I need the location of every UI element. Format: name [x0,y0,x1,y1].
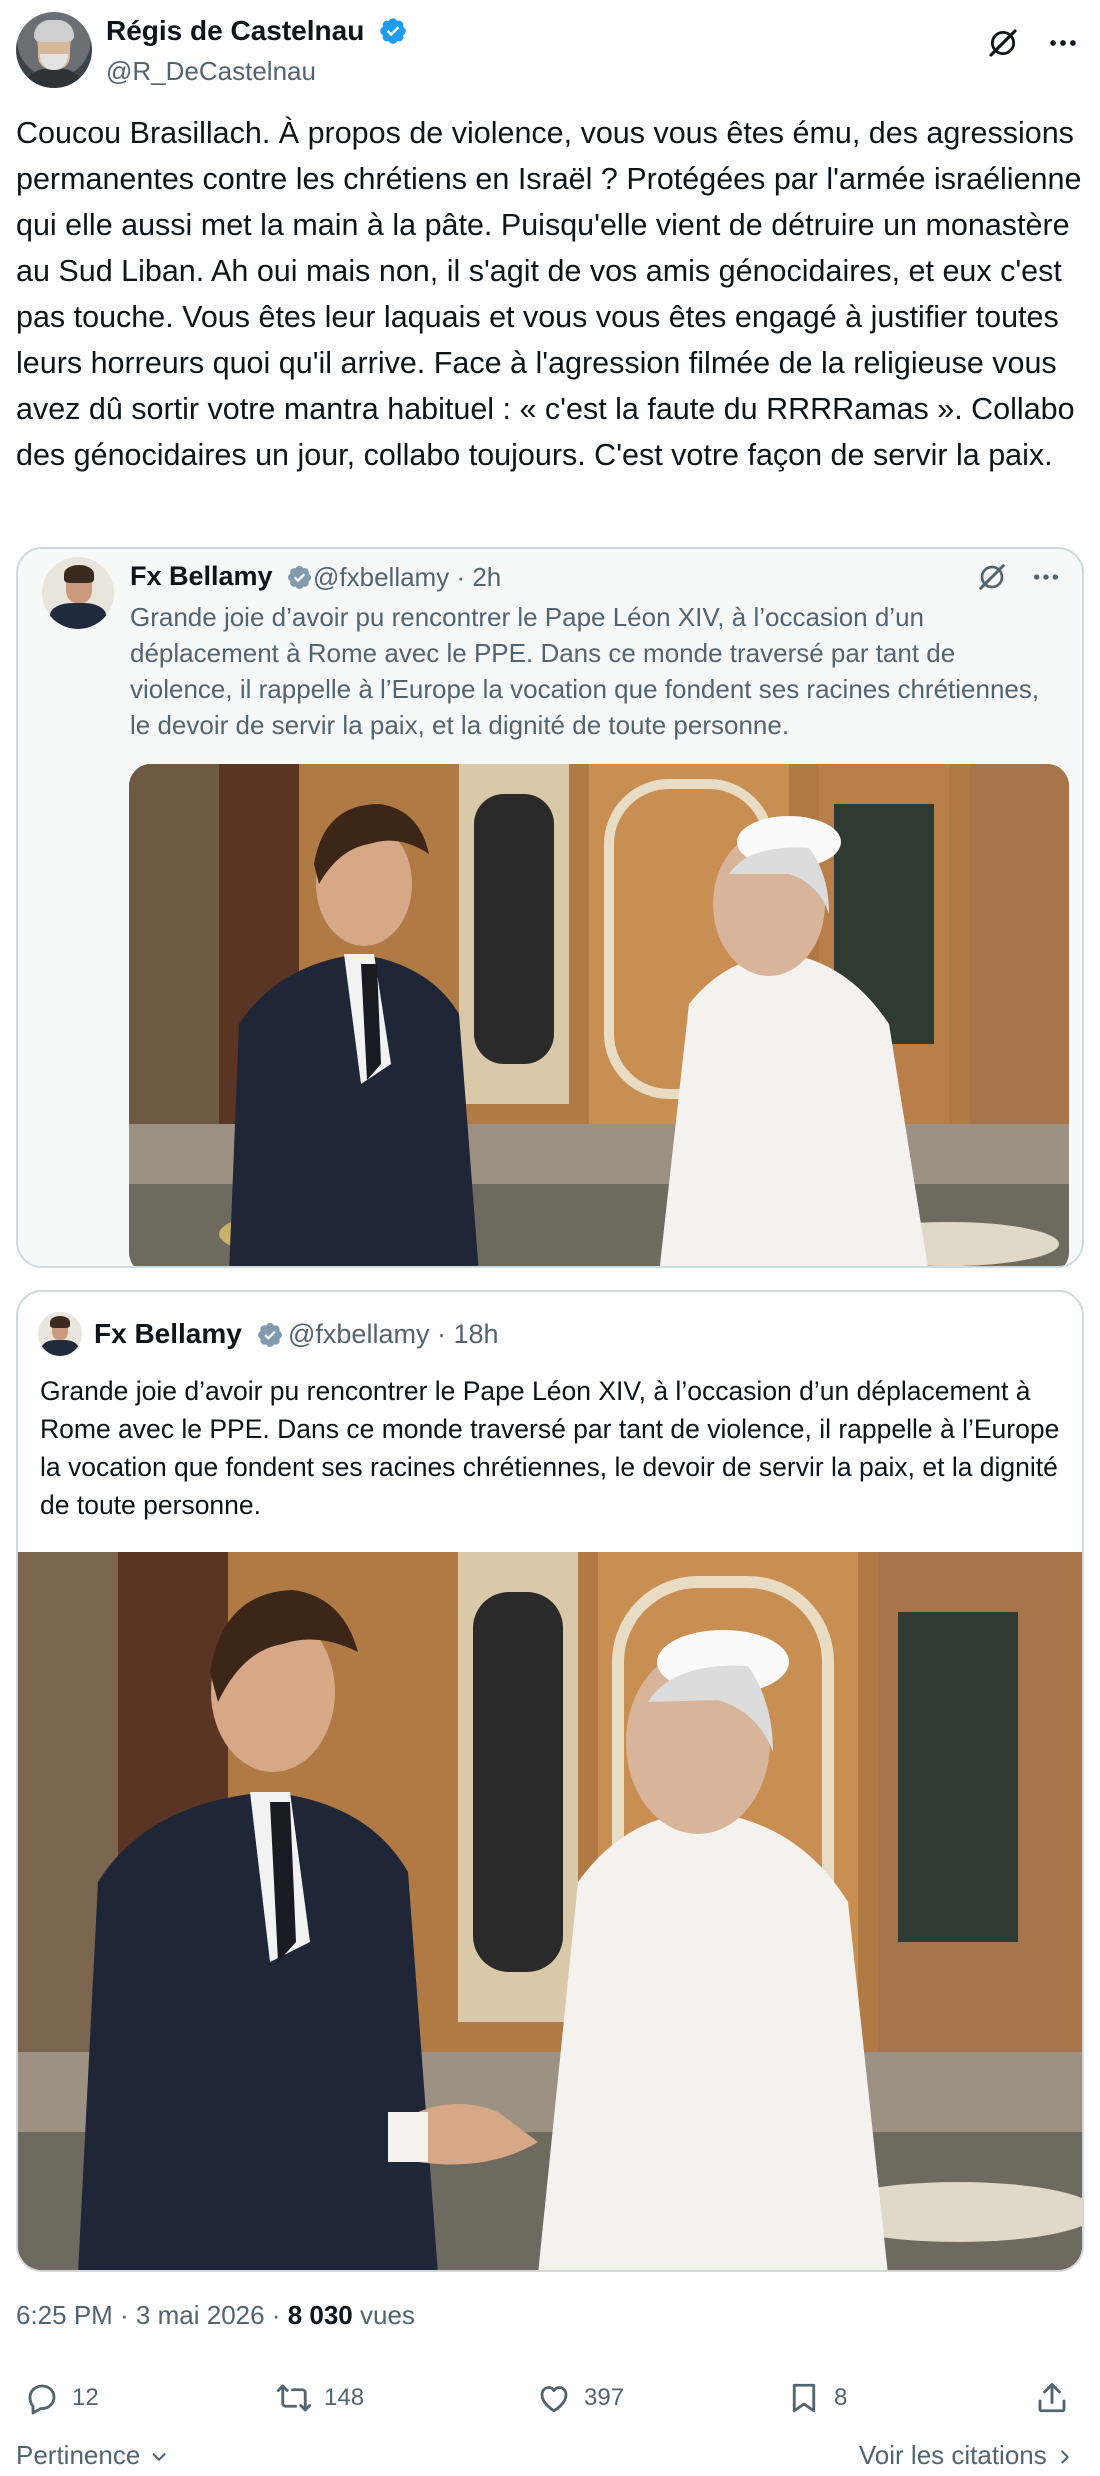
grok-icon[interactable] [976,561,1008,593]
bookmark-count: 8 [834,2384,848,2411]
more-icon[interactable] [1046,26,1080,60]
repost-icon [276,2384,312,2412]
quote1-text: Grande joie d’avoir pu rencontrer le Pap… [130,602,1040,740]
verified-badge-icon [257,1323,282,1347]
reply-button[interactable]: 12 [24,2380,99,2416]
more-icon[interactable] [1030,561,1062,593]
quote2-handle-time[interactable]: @fxbellamy · 18h [288,1319,499,1350]
author-avatar[interactable] [16,12,92,88]
quoted-tweet-1[interactable]: Fx Bellamy @fxbellamy · 2h Grande joie d… [16,547,1084,1268]
quote1-name-text[interactable]: Fx Bellamy [130,561,273,591]
like-count: 397 [584,2384,625,2411]
share-button[interactable] [1034,2380,1070,2416]
verified-badge-icon [288,565,312,590]
author-name-row[interactable]: Régis de Castelnau [106,15,408,47]
reply-icon [28,2384,56,2415]
sort-label: Pertinence [16,2440,141,2470]
quote2-photo[interactable] [18,1552,1082,2270]
chevron-down-icon [152,2453,166,2461]
view-quotes-label: Voir les citations [858,2440,1047,2470]
action-bar: 12 148 397 8 [16,2380,1084,2430]
reply-count: 12 [72,2384,99,2411]
quote1-handle-time[interactable]: @fxbellamy · 2h [313,562,501,593]
author-name[interactable]: Régis de Castelnau [106,15,364,46]
repost-button[interactable]: 148 [276,2380,364,2416]
like-button[interactable]: 397 [536,2380,624,2416]
share-icon [1038,2383,1066,2413]
bookmark-icon [792,2383,816,2413]
tweet-header: Régis de Castelnau @R_DeCastelnau [16,10,1084,90]
views-count: 8 030 [287,2300,353,2330]
views-label: vues [352,2300,415,2330]
verified-badge-icon [380,18,406,44]
author-handle[interactable]: @R_DeCastelnau [106,56,316,87]
quote2-text: Grande joie d’avoir pu rencontrer le Pap… [40,1376,1060,1520]
tweet-timestamp[interactable]: 6:25 PM · 3 mai 2026 · [16,2300,288,2330]
quote1-photo[interactable] [129,764,1069,1266]
chevron-right-icon [1061,2450,1069,2464]
view-quotes-link[interactable]: Voir les citations [859,2440,1076,2471]
tweet-text: Coucou Brasillach. À propos de violence,… [16,116,1082,472]
replies-footer: Pertinence Voir les citations [16,2440,1084,2476]
quote2-name-text[interactable]: Fx Bellamy [94,1318,242,1349]
quote2-author-name[interactable]: Fx Bellamy [94,1318,284,1350]
bookmark-button[interactable]: 8 [786,2380,847,2416]
quote1-author-name[interactable]: Fx Bellamy [130,561,313,592]
quote2-avatar[interactable] [38,1312,82,1356]
tweet-meta: 6:25 PM · 3 mai 2026 · 8 030 vues [16,2300,415,2331]
like-icon [540,2386,568,2413]
quote1-avatar[interactable] [42,557,114,629]
grok-icon[interactable] [986,26,1020,60]
quoted-tweet-2[interactable]: Fx Bellamy @fxbellamy · 18h Grande joie … [16,1290,1084,2272]
sort-dropdown[interactable]: Pertinence [16,2440,170,2471]
repost-count: 148 [324,2384,365,2411]
